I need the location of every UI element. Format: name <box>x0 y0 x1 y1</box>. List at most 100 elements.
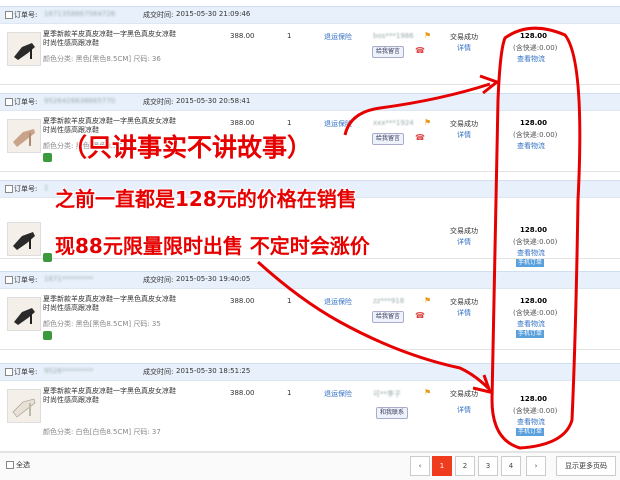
wangwang-icon[interactable] <box>43 253 52 262</box>
order-no-label: 订单号: <box>14 185 38 193</box>
shipping-fee: (含快递:0.00) <box>513 309 558 317</box>
order-body: 夏季新款羊皮真皮凉鞋一字黑色真皮女凉鞋时尚性感高跟凉鞋 颜色分类: 黑色[黑色8… <box>0 289 620 350</box>
detail-link[interactable]: 详情 <box>457 405 471 415</box>
flag-icon[interactable]: ⚑ <box>424 388 431 397</box>
product-thumbnail[interactable] <box>7 32 41 66</box>
logistics-link[interactable]: 查看物流 <box>517 54 545 64</box>
order-no-label: 订单号: <box>14 368 38 376</box>
quantity: 1 <box>287 119 292 127</box>
annotation-line-2: 之前一直都是128元的价格在销售 <box>55 187 357 211</box>
shipping-fee: (含快递:0.00) <box>513 131 558 139</box>
page-1-button[interactable]: 1 <box>432 456 452 476</box>
buyer-name[interactable]: bos***1986 <box>373 32 414 40</box>
wangwang-icon[interactable] <box>43 331 52 340</box>
mobile-order-badge: 手机订单 <box>516 428 544 436</box>
order-header: 订单号: 1671********* 成交时间: 2015-05-30 19:4… <box>0 271 620 289</box>
deal-time: 2015-05-30 18:51:25 <box>176 367 251 375</box>
order-header: 订单号: 9526426836665770 成交时间: 2015-05-30 2… <box>0 93 620 111</box>
logistics-link[interactable]: 查看物流 <box>517 141 545 151</box>
flag-icon[interactable]: ⚑ <box>424 31 431 40</box>
order-status: 交易成功 <box>450 120 478 128</box>
mobile-order-badge: 手机订单 <box>516 330 544 338</box>
page-2-button[interactable]: 2 <box>455 456 475 476</box>
unit-price: 388.00 <box>230 32 255 40</box>
order-checkbox[interactable] <box>5 185 13 193</box>
annotation-headline: （只讲事实不讲故事） <box>62 133 313 162</box>
product-thumbnail[interactable] <box>7 389 41 423</box>
wangwang-icon[interactable] <box>43 153 52 162</box>
phone-icon[interactable]: ☎ <box>415 311 425 320</box>
product-thumbnail[interactable] <box>7 119 41 153</box>
order-no-label: 订单号: <box>14 98 38 106</box>
product-name[interactable]: 夏季新款羊皮真皮凉鞋一字黑色真皮女凉鞋时尚性感高跟凉鞋 <box>43 295 181 313</box>
chat-button[interactable]: 给我留言 <box>372 311 405 323</box>
logistics-link[interactable]: 查看物流 <box>517 248 545 258</box>
order-checkbox[interactable] <box>5 98 13 106</box>
deal-time-label: 成交时间: <box>143 98 174 106</box>
flag-icon[interactable]: ⚑ <box>424 118 431 127</box>
shipping-fee: (含快递:0.00) <box>513 407 558 415</box>
show-more-pages-button[interactable]: 显示更多页码 <box>556 456 616 476</box>
product-thumbnail[interactable] <box>7 297 41 331</box>
select-all-label[interactable]: 全选 <box>16 460 30 470</box>
deal-time: 2015-05-30 20:58:41 <box>176 97 251 105</box>
order-status: 交易成功 <box>450 33 478 41</box>
after-sale-link[interactable]: 退运保险 <box>324 389 352 399</box>
chat-button[interactable]: 和我联系 <box>376 407 409 419</box>
order-amount: 128.00 <box>520 395 548 403</box>
unit-price: 388.00 <box>230 389 255 397</box>
buyer-name[interactable]: zz***918 <box>373 297 404 305</box>
after-sale-link[interactable]: 退运保险 <box>324 297 352 307</box>
order-no-label: 订单号: <box>14 276 38 284</box>
product-spec: 颜色分类: 黑色[黑色8.5CM] 尺码: 35 <box>43 320 161 328</box>
prev-page-button[interactable]: ‹ <box>410 456 430 476</box>
deal-time: 2015-05-30 19:40:05 <box>176 275 251 283</box>
phone-icon[interactable]: ☎ <box>415 133 425 142</box>
deal-time: 2015-05-30 21:09:46 <box>176 10 251 18</box>
order-checkbox[interactable] <box>5 368 13 376</box>
select-all-checkbox[interactable] <box>6 461 14 469</box>
next-page-button[interactable]: › <box>526 456 546 476</box>
order-amount: 128.00 <box>520 226 548 234</box>
quantity: 1 <box>287 297 292 305</box>
chat-button[interactable]: 给我留言 <box>372 133 405 145</box>
order-no-label: 订单号: <box>14 11 38 19</box>
unit-price: 388.00 <box>230 119 255 127</box>
after-sale-link[interactable]: 退运保险 <box>324 119 352 129</box>
order-no: 9526426836665770 <box>44 97 116 105</box>
product-thumbnail[interactable] <box>7 222 41 256</box>
order-card: 订单号: 9526********* 成交时间: 2015-05-30 18:5… <box>0 363 620 452</box>
order-status: 交易成功 <box>450 227 478 235</box>
order-checkbox[interactable] <box>5 276 13 284</box>
order-body: 夏季新款羊皮真皮凉鞋一字黑色真皮女凉鞋时尚性感高跟凉鞋 颜色分类: 黑色[黑色8… <box>0 24 620 85</box>
product-name[interactable]: 夏季新款羊皮真皮凉鞋一字黑色真皮女凉鞋时尚性感高跟凉鞋 <box>43 387 181 405</box>
buyer-name[interactable]: 可**李子 <box>373 389 401 399</box>
order-header: 订单号: 9526********* 成交时间: 2015-05-30 18:5… <box>0 363 620 381</box>
detail-link[interactable]: 详情 <box>457 308 471 318</box>
logistics-link[interactable]: 查看物流 <box>517 417 545 427</box>
detail-link[interactable]: 详情 <box>457 237 471 247</box>
order-status: 交易成功 <box>450 298 478 306</box>
detail-link[interactable]: 详情 <box>457 43 471 53</box>
order-no: 1671********* <box>44 275 94 283</box>
pagination-bar: 全选 ‹ 1 2 3 4 › 显示更多页码 <box>0 452 620 480</box>
order-header: 订单号: 1671358867564726 成交时间: 2015-05-30 2… <box>0 6 620 24</box>
after-sale-link[interactable]: 退运保险 <box>324 32 352 42</box>
quantity: 1 <box>287 32 292 40</box>
order-checkbox[interactable] <box>5 11 13 19</box>
order-card: 订单号: 1671********* 成交时间: 2015-05-30 19:4… <box>0 271 620 350</box>
deal-time-label: 成交时间: <box>143 11 174 19</box>
page-4-button[interactable]: 4 <box>501 456 521 476</box>
phone-icon[interactable]: ☎ <box>415 46 425 55</box>
detail-link[interactable]: 详情 <box>457 130 471 140</box>
page-3-button[interactable]: 3 <box>478 456 498 476</box>
logistics-link[interactable]: 查看物流 <box>517 319 545 329</box>
flag-icon[interactable]: ⚑ <box>424 296 431 305</box>
deal-time-label: 成交时间: <box>143 276 174 284</box>
product-spec: 颜色分类: 白色[白色8.5CM] 尺码: 37 <box>43 428 161 436</box>
buyer-name[interactable]: xxx***1924 <box>373 119 414 127</box>
order-no: 1671358867564726 <box>44 10 116 18</box>
chat-button[interactable]: 给我留言 <box>372 46 405 58</box>
product-name[interactable]: 夏季新款羊皮真皮凉鞋一字黑色真皮女凉鞋时尚性感高跟凉鞋 <box>43 30 181 48</box>
shipping-fee: (含快递:0.00) <box>513 44 558 52</box>
